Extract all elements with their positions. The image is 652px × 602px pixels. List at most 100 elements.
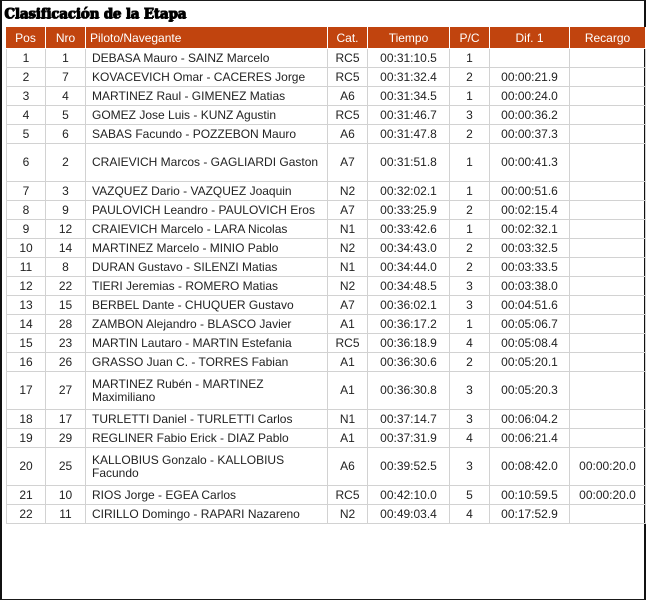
cell-dif: 00:03:32.5 <box>490 239 570 258</box>
cell-tiempo: 00:31:32.4 <box>368 68 450 87</box>
cell-cat: RC5 <box>328 106 368 125</box>
cell-pos: 5 <box>6 125 46 144</box>
cell-cat: A1 <box>328 429 368 448</box>
column-header-nro: Nro <box>46 27 86 49</box>
cell-nro: 23 <box>46 334 86 353</box>
cell-nro: 17 <box>46 410 86 429</box>
cell-pc: 3 <box>450 372 490 410</box>
cell-pc: 2 <box>450 125 490 144</box>
cell-pc: 2 <box>450 68 490 87</box>
cell-dif: 00:00:51.6 <box>490 182 570 201</box>
cell-pos: 12 <box>6 277 46 296</box>
cell-cat: N1 <box>328 258 368 277</box>
cell-cat: A7 <box>328 296 368 315</box>
column-header-dif: Dif. 1 <box>490 27 570 49</box>
cell-piloto: BERBEL Dante - CHUQUER Gustavo <box>86 296 328 315</box>
cell-tiempo: 00:31:34.5 <box>368 87 450 106</box>
cell-piloto: TURLETTI Daniel - TURLETTI Carlos <box>86 410 328 429</box>
cell-nro: 4 <box>46 87 86 106</box>
cell-recargo <box>570 353 646 372</box>
cell-pc: 2 <box>450 353 490 372</box>
cell-cat: A7 <box>328 201 368 220</box>
page-title: Clasificación de la Etapa <box>4 6 186 22</box>
cell-nro: 5 <box>46 106 86 125</box>
cell-tiempo: 00:36:18.9 <box>368 334 450 353</box>
cell-cat: RC5 <box>328 49 368 68</box>
cell-nro: 12 <box>46 220 86 239</box>
cell-cat: N2 <box>328 239 368 258</box>
cell-pc: 1 <box>450 182 490 201</box>
cell-cat: A1 <box>328 353 368 372</box>
cell-cat: A1 <box>328 315 368 334</box>
cell-tiempo: 00:33:25.9 <box>368 201 450 220</box>
cell-tiempo: 00:36:02.1 <box>368 296 450 315</box>
cell-pos: 17 <box>6 372 46 410</box>
cell-tiempo: 00:31:47.8 <box>368 125 450 144</box>
cell-dif <box>490 49 570 68</box>
cell-recargo: 00:00:20.0 <box>570 448 646 486</box>
cell-tiempo: 00:37:14.7 <box>368 410 450 429</box>
table-row: 20 25 KALLOBIUS Gonzalo - KALLOBIUS Facund… <box>6 448 646 486</box>
cell-piloto: MARTIN Lautaro - MARTIN Estefania <box>86 334 328 353</box>
table-row: 22 11 CIRILLO Domingo - RAPARI Nazareno N2 0… <box>6 505 646 524</box>
table-row: 7 3 VAZQUEZ Dario - VAZQUEZ Joaquin N2 00:32… <box>6 182 646 201</box>
table-row: 3 4 MARTINEZ Raul - GIMENEZ Matias A6 00:31:… <box>6 87 646 106</box>
column-header-pc: P/C <box>450 27 490 49</box>
cell-nro: 11 <box>46 505 86 524</box>
cell-cat: N1 <box>328 410 368 429</box>
cell-recargo <box>570 182 646 201</box>
cell-recargo <box>570 296 646 315</box>
cell-pc: 1 <box>450 87 490 106</box>
cell-pc: 4 <box>450 505 490 524</box>
cell-dif: 00:00:21.9 <box>490 68 570 87</box>
cell-nro: 6 <box>46 125 86 144</box>
cell-piloto: MARTINEZ Marcelo - MINIO Pablo <box>86 239 328 258</box>
cell-pc: 2 <box>450 239 490 258</box>
cell-dif: 00:03:38.0 <box>490 277 570 296</box>
cell-nro: 29 <box>46 429 86 448</box>
cell-nro: 15 <box>46 296 86 315</box>
cell-cat: A6 <box>328 448 368 486</box>
cell-pc: 5 <box>450 486 490 505</box>
column-header-cat: Cat. <box>328 27 368 49</box>
stage-results-table: Pos Nro Piloto/Navegante Cat. Tiempo P/C… <box>6 27 646 524</box>
cell-tiempo: 00:33:42.6 <box>368 220 450 239</box>
table-row: 1 1 DEBASA Mauro - SAINZ Marcelo RC5 00:31:1… <box>6 49 646 68</box>
cell-nro: 25 <box>46 448 86 486</box>
cell-recargo <box>570 106 646 125</box>
table-row: 19 29 REGLINER Fabio Erick - DIAZ Pablo A1 0… <box>6 429 646 448</box>
cell-recargo <box>570 201 646 220</box>
table-row: 16 26 GRASSO Juan C. - TORRES Fabian A1 00:3… <box>6 353 646 372</box>
cell-recargo <box>570 68 646 87</box>
column-header-piloto: Piloto/Navegante <box>86 27 328 49</box>
cell-recargo: 00:00:20.0 <box>570 486 646 505</box>
cell-recargo <box>570 49 646 68</box>
table-row: 6 2 CRAIEVICH Marcos - GAGLIARDI Gaston A7 0… <box>6 144 646 182</box>
cell-pos: 21 <box>6 486 46 505</box>
cell-tiempo: 00:34:43.0 <box>368 239 450 258</box>
cell-tiempo: 00:36:30.6 <box>368 353 450 372</box>
cell-recargo <box>570 144 646 182</box>
cell-dif: 00:05:20.3 <box>490 372 570 410</box>
cell-nro: 2 <box>46 144 86 182</box>
table-row: 5 6 SABAS Facundo - POZZEBON Mauro A6 00:31:… <box>6 125 646 144</box>
cell-tiempo: 00:34:44.0 <box>368 258 450 277</box>
table-row: 10 14 MARTINEZ Marcelo - MINIO Pablo N2 00:3… <box>6 239 646 258</box>
table-row: 14 28 ZAMBON Alejandro - BLASCO Javier A1 00… <box>6 315 646 334</box>
cell-tiempo: 00:32:02.1 <box>368 182 450 201</box>
cell-piloto: TIERI Jeremias - ROMERO Matias <box>86 277 328 296</box>
cell-pos: 14 <box>6 315 46 334</box>
cell-recargo <box>570 87 646 106</box>
cell-recargo <box>570 429 646 448</box>
cell-pos: 8 <box>6 201 46 220</box>
cell-nro: 7 <box>46 68 86 87</box>
cell-nro: 1 <box>46 49 86 68</box>
column-header-tiempo: Tiempo <box>368 27 450 49</box>
cell-dif: 00:05:20.1 <box>490 353 570 372</box>
cell-dif: 00:04:51.6 <box>490 296 570 315</box>
cell-dif: 00:08:42.0 <box>490 448 570 486</box>
cell-dif: 00:00:24.0 <box>490 87 570 106</box>
cell-nro: 8 <box>46 258 86 277</box>
cell-nro: 9 <box>46 201 86 220</box>
cell-piloto: MARTINEZ Raul - GIMENEZ Matias <box>86 87 328 106</box>
